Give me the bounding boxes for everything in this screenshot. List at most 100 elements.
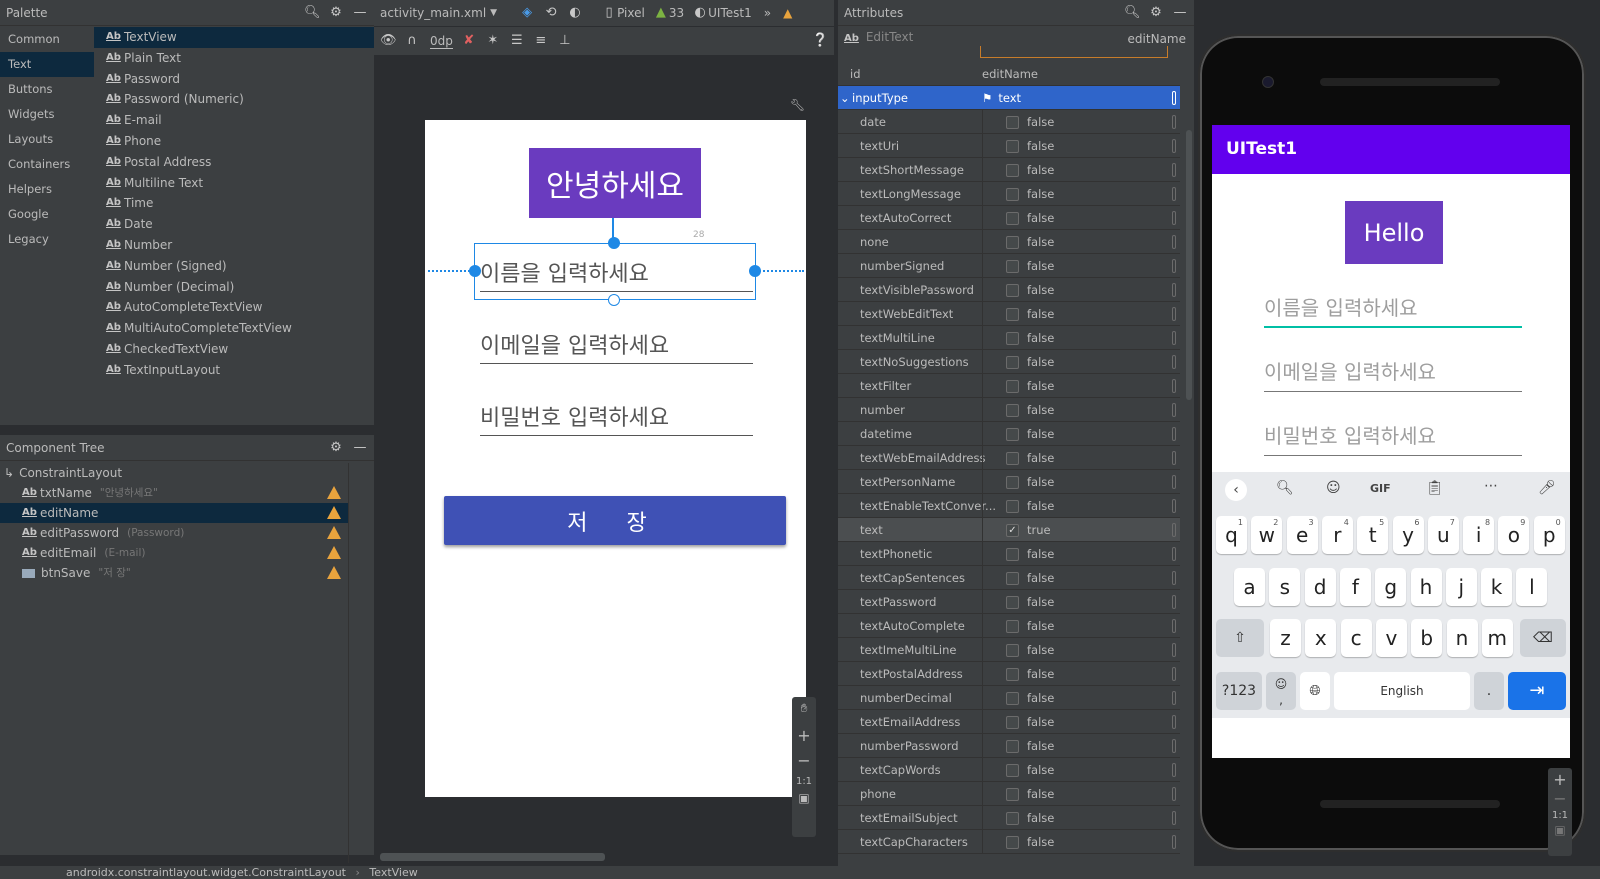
resource-picker-icon[interactable]	[1172, 667, 1176, 681]
hello-text[interactable]: Hello	[1345, 201, 1443, 264]
checkbox[interactable]	[1006, 211, 1019, 225]
guidelines-icon[interactable]: ☰	[509, 33, 525, 49]
horizontal-scrollbar[interactable]	[380, 853, 605, 861]
tree-node-txtname[interactable]: Ab txtName "안녕하세요"	[0, 483, 348, 503]
warning-icon[interactable]	[327, 486, 341, 499]
attr-value[interactable]: false	[1006, 739, 1054, 753]
checkbox[interactable]	[1006, 475, 1019, 489]
magnet-icon[interactable]: ∩	[404, 33, 420, 49]
resource-picker-icon[interactable]	[1172, 715, 1176, 729]
checkbox[interactable]	[1006, 283, 1019, 297]
search-icon[interactable]: 🔍︎	[1124, 5, 1141, 21]
attr-value[interactable]: false	[1006, 835, 1054, 849]
zoom-reset-label[interactable]: 1:1	[792, 776, 816, 787]
palette-item[interactable]: Ab AutoCompleteTextView	[94, 297, 374, 318]
attr-value[interactable]: false	[1006, 787, 1054, 801]
edit-password-field[interactable]: 비밀번호 입력하세요	[480, 396, 753, 436]
attr-value[interactable]: ⚑ text	[982, 91, 1021, 105]
key-v[interactable]: v	[1375, 619, 1407, 657]
help-icon[interactable]: ❔	[812, 33, 828, 49]
attr-value[interactable]: ✓ true	[1006, 523, 1051, 537]
resource-picker-icon[interactable]	[1172, 451, 1176, 465]
checkbox[interactable]	[1006, 235, 1019, 249]
warning-icon[interactable]	[327, 526, 341, 539]
resource-picker-icon[interactable]	[1172, 187, 1176, 201]
attr-value[interactable]: false	[1006, 379, 1054, 393]
attr-value[interactable]: false	[1006, 403, 1054, 417]
checkbox[interactable]	[1006, 667, 1019, 681]
key-e[interactable]: e3	[1286, 516, 1318, 554]
breadcrumb-item[interactable]: TextView	[369, 866, 417, 879]
file-selector[interactable]: activity_main.xml	[380, 6, 486, 20]
checkbox[interactable]	[1006, 571, 1019, 585]
attr-value[interactable]: false	[1006, 619, 1054, 633]
palette-item[interactable]: Ab E-mail	[94, 110, 374, 131]
attr-value[interactable]: false	[1006, 715, 1054, 729]
resource-picker-icon[interactable]	[1172, 475, 1176, 489]
key-u[interactable]: u7	[1427, 516, 1459, 554]
palette-item[interactable]: Ab Number	[94, 235, 374, 256]
checkbox[interactable]	[1006, 619, 1019, 633]
wrench-icon[interactable]: 🔧︎	[790, 98, 805, 112]
resource-picker-icon[interactable]	[1172, 259, 1176, 273]
search-icon[interactable]: 🔍︎	[304, 5, 321, 21]
checkbox[interactable]	[1006, 643, 1019, 657]
palette-category-containers[interactable]: Containers	[0, 152, 94, 177]
email-input[interactable]: 이메일을 입력하세요	[1264, 356, 1522, 392]
gear-icon[interactable]: ⚙	[328, 5, 344, 21]
attr-value[interactable]: false	[1006, 499, 1054, 513]
resource-picker-icon[interactable]	[1172, 523, 1176, 537]
key-f[interactable]: f	[1339, 568, 1371, 606]
checkbox[interactable]	[1006, 163, 1019, 177]
resource-picker-icon[interactable]	[1172, 571, 1176, 585]
attr-value[interactable]: false	[1006, 115, 1054, 129]
palette-item[interactable]: Ab Number (Signed)	[94, 256, 374, 277]
attr-value[interactable]: false	[1006, 211, 1054, 225]
resource-picker-icon[interactable]	[1172, 403, 1176, 417]
resource-picker-icon[interactable]	[1172, 787, 1176, 801]
attr-value[interactable]: false	[1006, 571, 1054, 585]
attr-value[interactable]: false	[1006, 691, 1054, 705]
checkbox[interactable]	[1006, 427, 1019, 441]
checkbox[interactable]	[1006, 307, 1019, 321]
attributes-scrollbar[interactable]	[1186, 130, 1192, 400]
resource-picker-icon[interactable]	[1172, 91, 1176, 105]
palette-item[interactable]: Ab Date	[94, 214, 374, 235]
resource-picker-icon[interactable]	[1172, 739, 1176, 753]
palette-item[interactable]: Ab CheckedTextView	[94, 339, 374, 360]
palette-item[interactable]: Ab TextInputLayout	[94, 360, 374, 381]
attr-value[interactable]: false	[1006, 139, 1054, 153]
checkbox[interactable]	[1006, 835, 1019, 849]
globe-icon[interactable]: 🌐︎	[1300, 672, 1330, 710]
attr-value[interactable]: false	[1006, 307, 1054, 321]
checkbox[interactable]	[1006, 115, 1019, 129]
attr-value[interactable]: false	[1006, 667, 1054, 681]
resource-picker-icon[interactable]	[1172, 235, 1176, 249]
api-selector[interactable]: 33	[669, 6, 684, 20]
zoom-in-icon[interactable]: +	[792, 726, 816, 745]
minimize-icon[interactable]: —	[352, 440, 368, 456]
resource-picker-icon[interactable]	[1172, 283, 1176, 297]
key-r[interactable]: r4	[1321, 516, 1353, 554]
magic-wand-icon[interactable]: ✶	[485, 33, 501, 49]
checkbox[interactable]	[1006, 187, 1019, 201]
attr-value[interactable]: false	[1006, 427, 1054, 441]
zoom-out-icon[interactable]: −	[1548, 789, 1572, 808]
checkbox[interactable]	[1006, 139, 1019, 153]
palette-item[interactable]: Ab Number (Decimal)	[94, 277, 374, 298]
tree-node-editname[interactable]: Ab editName	[0, 503, 348, 523]
zoom-in-icon[interactable]: +	[1548, 770, 1572, 789]
night-mode-icon[interactable]: ◐	[567, 5, 583, 21]
palette-category-buttons[interactable]: Buttons	[0, 77, 94, 102]
baseline-icon[interactable]: ⊥	[557, 33, 573, 49]
attr-value[interactable]: false	[1006, 283, 1054, 297]
checkbox[interactable]	[1006, 715, 1019, 729]
checkbox[interactable]	[1006, 763, 1019, 777]
checkbox[interactable]	[1006, 811, 1019, 825]
tree-node-btnsave[interactable]: btnSave "저 장"	[0, 563, 348, 583]
resource-picker-icon[interactable]	[1172, 643, 1176, 657]
resource-picker-icon[interactable]	[1172, 691, 1176, 705]
resource-picker-icon[interactable]	[1172, 211, 1176, 225]
key-d[interactable]: d	[1304, 568, 1336, 606]
key-s[interactable]: s	[1269, 568, 1301, 606]
